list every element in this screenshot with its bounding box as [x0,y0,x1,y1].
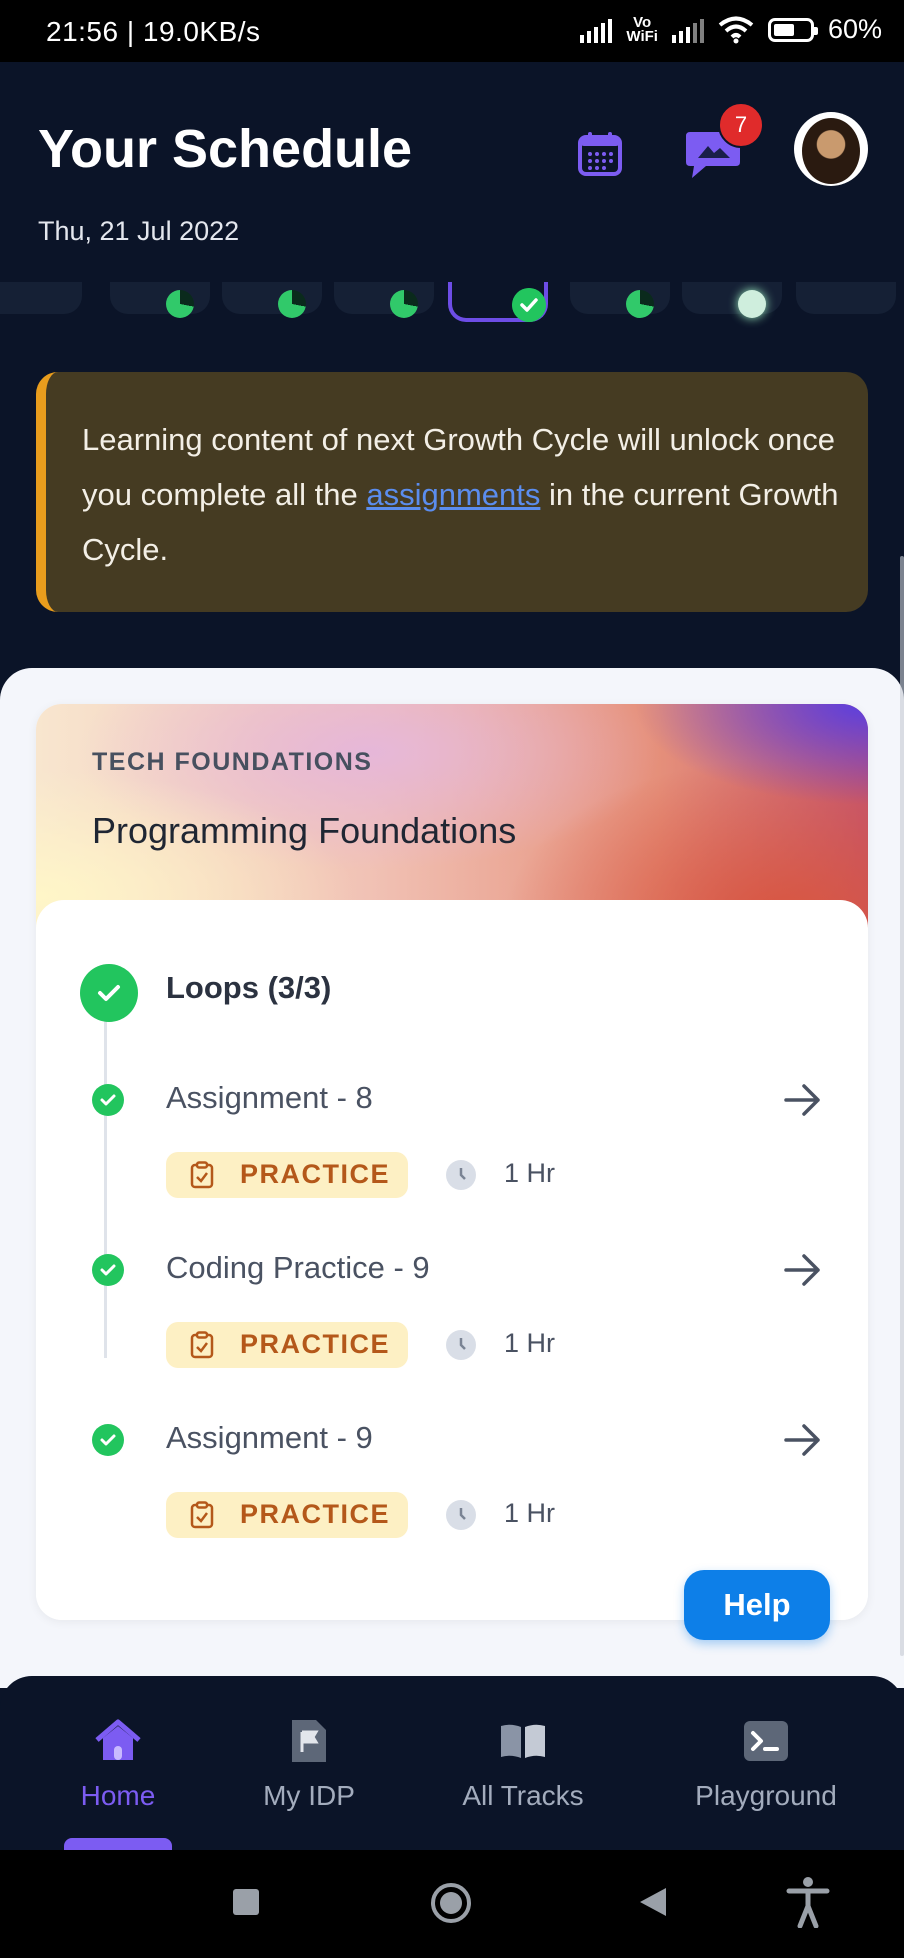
accessibility-icon[interactable] [786,1876,830,1928]
module-complete-icon [80,964,138,1022]
flag-document-icon [292,1720,326,1762]
progress-pie-icon [390,290,418,318]
item-name: Assignment - 8 [166,1080,373,1115]
course-title: Programming Foundations [92,810,517,851]
terminal-icon [744,1721,788,1761]
list-item[interactable]: Assignment - 9 PRACTICE 1 Hr [36,1408,868,1578]
bottom-nav: Home My IDP All Tracks Playground [0,1676,904,1850]
clock-icon [446,1500,476,1530]
status-bar: 21:56 | 19.0KB/s Vo WiFi 60% [0,0,904,62]
scrollbar[interactable] [900,556,904,1656]
recent-apps-icon[interactable] [232,1888,260,1916]
progress-dot-icon [738,290,766,318]
day-pill[interactable] [222,282,322,318]
progress-pie-icon [166,290,194,318]
cell-signal-icon [580,17,613,43]
item-name: Assignment - 9 [166,1420,373,1455]
check-icon [512,288,546,322]
cell-signal-2-icon [671,17,704,43]
list-item[interactable]: Coding Practice - 9 PRACTICE 1 Hr [36,1238,868,1408]
item-duration: 1 Hr [504,1328,556,1358]
day-pill[interactable] [570,282,670,318]
arrow-right-icon[interactable] [780,1418,824,1462]
clipboard-check-icon [190,1501,214,1529]
nav-item-all-tracks[interactable]: All Tracks [456,1716,590,1812]
open-book-icon [501,1724,545,1758]
arrow-right-icon[interactable] [780,1078,824,1122]
battery-icon [767,17,818,42]
clock-icon [446,1160,476,1190]
day-pill[interactable] [682,282,782,318]
practice-tag: PRACTICE [166,1152,408,1198]
day-pill[interactable] [334,282,434,318]
module-title: Loops (3/3) [166,970,332,1005]
nav-item-playground[interactable]: Playground [688,1716,844,1812]
module-list: Loops (3/3) Assignment - 8 PRACTICE 1 Hr… [36,900,868,1620]
nav-item-home[interactable]: Home [72,1716,164,1812]
clipboard-check-icon [190,1331,214,1359]
growth-cycle-warning-banner: Learning content of next Growth Cycle wi… [36,372,868,612]
assignments-link[interactable]: assignments [366,477,540,512]
progress-pie-icon [626,290,654,318]
progress-pie-icon [278,290,306,318]
calendar-icon[interactable] [576,130,624,178]
home-button-icon[interactable] [430,1882,472,1924]
day-pill[interactable] [110,282,210,318]
item-complete-icon [92,1424,124,1456]
clock-icon [446,1330,476,1360]
page-title: Your Schedule [38,119,413,179]
clipboard-check-icon [190,1161,214,1189]
item-name: Coding Practice - 9 [166,1250,430,1285]
battery-percent: 60% [827,14,882,44]
active-tab-indicator [64,1838,172,1850]
item-complete-icon [92,1084,124,1116]
day-pill-selected[interactable] [448,282,548,322]
notification-badge: 7 [718,102,764,148]
list-item[interactable]: Assignment - 8 PRACTICE 1 Hr [36,1068,868,1238]
system-nav-bar [0,1850,904,1958]
vowifi-label: Vo WiFi [626,13,658,45]
day-pill[interactable] [0,282,82,314]
course-category: TECH FOUNDATIONS [92,748,373,776]
avatar[interactable] [794,112,868,186]
practice-tag: PRACTICE [166,1492,408,1538]
item-complete-icon [92,1254,124,1286]
back-icon[interactable] [638,1886,668,1918]
practice-tag: PRACTICE [166,1322,408,1368]
item-duration: 1 Hr [504,1498,556,1528]
wifi-icon [718,16,754,43]
day-strip [0,282,904,342]
course-card: TECH FOUNDATIONS Programming Foundations… [36,704,868,1620]
nav-item-my-idp[interactable]: My IDP [254,1716,364,1812]
item-duration: 1 Hr [504,1158,556,1188]
status-time: 21:56 | 19.0KB/s [46,16,261,47]
day-pill[interactable] [796,282,896,314]
arrow-right-icon[interactable] [780,1248,824,1292]
schedule-date: Thu, 21 Jul 2022 [38,216,240,246]
help-button[interactable]: Help [684,1570,830,1640]
home-icon [95,1719,141,1760]
